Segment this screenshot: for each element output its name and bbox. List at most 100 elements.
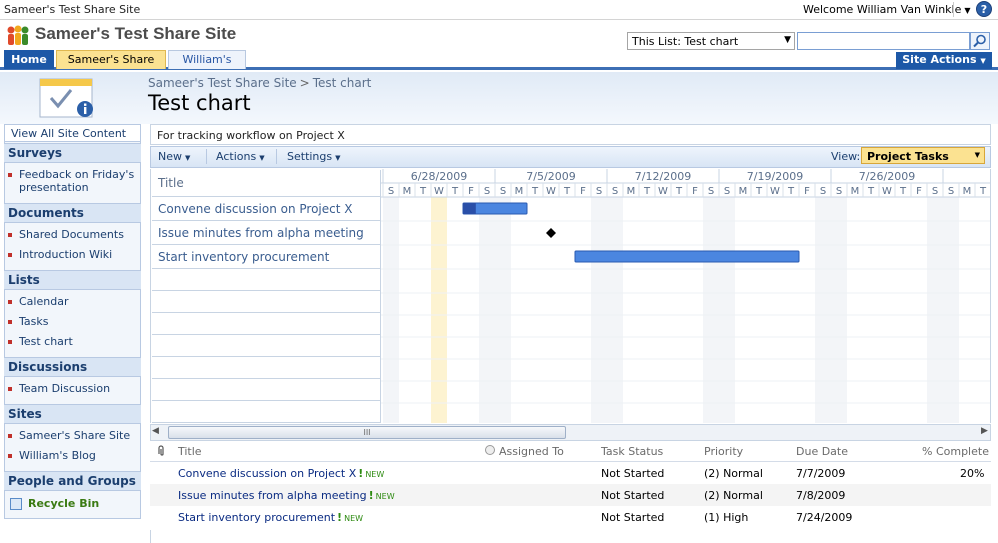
view-select[interactable]: Project Tasks ▼ (861, 147, 985, 164)
nav-heading-people-and-groups[interactable]: People and Groups (4, 471, 141, 491)
weekend-column (479, 197, 495, 423)
new-item-icon: ! (337, 511, 343, 524)
weekend-column (591, 197, 607, 423)
column-header-task-status[interactable]: Task Status (601, 445, 663, 458)
site-actions-menu[interactable]: Site Actions ▼ (896, 52, 992, 69)
site-title[interactable]: Sameer's Test Share Site (35, 24, 236, 44)
nav-item-tasks[interactable]: Tasks (8, 315, 136, 328)
gantt-day-letter: M (739, 186, 748, 197)
site-logo-icon (7, 25, 29, 45)
tab-williams-blog[interactable]: William's Blog (168, 50, 246, 84)
nav-item-williams-blog[interactable]: William's Blog (8, 449, 136, 462)
nav-item-test-chart[interactable]: Test chart (8, 335, 136, 348)
gantt-day-letter: S (500, 186, 506, 197)
row-due-date: 7/7/2009 (796, 467, 846, 480)
nav-item-feedback[interactable]: Feedback on Friday's presentation (8, 168, 136, 194)
settings-label: Settings (287, 150, 333, 163)
tab-sameers-share-site[interactable]: Sameer's Share Site (56, 50, 166, 84)
help-icon[interactable]: ? (976, 1, 992, 17)
weekend-column (815, 197, 831, 423)
nav-heading-lists[interactable]: Lists (4, 270, 141, 290)
gantt-day-letter: W (546, 186, 556, 197)
tab-home[interactable]: Home (4, 50, 54, 69)
scroll-left-icon[interactable]: ◀ (152, 426, 159, 436)
main-bottom-border (150, 530, 991, 543)
settings-menu-button[interactable]: Settings ▼ (287, 150, 341, 163)
gantt-task-title[interactable]: Convene discussion on Project X (152, 197, 381, 221)
column-header-due-date[interactable]: Due Date (796, 445, 848, 458)
gantt-day-letter: S (932, 186, 938, 197)
gantt-task-title[interactable]: Start inventory procurement (152, 245, 381, 269)
actions-menu-button[interactable]: Actions ▼ (216, 150, 265, 163)
scrollbar-thumb[interactable]: III (168, 426, 566, 439)
view-label: View: (831, 150, 861, 163)
nav-item-shared-documents[interactable]: Shared Documents (8, 228, 136, 241)
gantt-empty-row (152, 269, 381, 291)
row-title[interactable]: Issue minutes from alpha meeting! NEW (178, 489, 395, 502)
recycle-bin-link[interactable]: Recycle Bin (8, 497, 99, 510)
gantt-empty-row (152, 357, 381, 379)
view-all-site-content-link[interactable]: View All Site Content (4, 124, 141, 142)
welcome-menu[interactable]: Welcome William Van Winkle ▼ (803, 3, 971, 16)
new-label: New (158, 150, 182, 163)
gantt-task-title[interactable]: Issue minutes from alpha meeting (152, 221, 381, 245)
attachment-icon (158, 445, 164, 456)
breadcrumb-separator: > (299, 76, 310, 90)
row-title[interactable]: Convene discussion on Project X! NEW (178, 467, 384, 480)
column-header-assigned-to[interactable]: Assigned To (499, 445, 564, 458)
scroll-right-icon[interactable]: ▶ (981, 426, 988, 436)
nav-heading-discussions[interactable]: Discussions (4, 357, 141, 377)
new-badge: NEW (375, 492, 395, 501)
gantt-day-letter: T (787, 186, 795, 197)
row-title-link[interactable]: Start inventory procurement (178, 511, 335, 524)
search-icon (973, 34, 986, 48)
column-header-title[interactable]: Title (178, 445, 202, 458)
row-title-link[interactable]: Convene discussion on Project X (178, 467, 356, 480)
row-title-link[interactable]: Issue minutes from alpha meeting (178, 489, 367, 502)
gantt-title-header[interactable]: Title (152, 170, 381, 197)
row-percent-complete: 20% (960, 467, 985, 480)
column-header-priority[interactable]: Priority (704, 445, 743, 458)
search-button[interactable] (970, 32, 990, 50)
row-priority: (2) Normal (704, 489, 763, 502)
gantt-day-letter: S (948, 186, 954, 197)
gantt-day-letter: M (851, 186, 860, 197)
nav-item-team-discussion[interactable]: Team Discussion (8, 382, 136, 395)
search-scope-select[interactable]: This List: Test chart ▼ (627, 32, 795, 50)
gantt-day-letter: W (434, 186, 444, 197)
nav-heading-surveys[interactable]: Surveys (4, 143, 141, 163)
new-menu-button[interactable]: New ▼ (158, 150, 190, 163)
nav-item-sameers-share-site[interactable]: Sameer's Share Site (8, 429, 136, 442)
nav-heading-sites[interactable]: Sites (4, 404, 141, 424)
nav-item-calendar[interactable]: Calendar (8, 295, 136, 308)
weekend-column (703, 197, 719, 423)
gantt-day-letter: T (755, 186, 763, 197)
gantt-day-letter: T (899, 186, 907, 197)
breadcrumb-site-link[interactable]: Sameer's Test Share Site (148, 76, 297, 90)
gantt-day-letter: S (388, 186, 394, 197)
new-item-icon: ! (368, 489, 374, 502)
gantt-week-label: 6/28/2009 (411, 170, 467, 183)
nav-heading-documents[interactable]: Documents (4, 203, 141, 223)
gantt-day-letter: T (867, 186, 875, 197)
search-scope-value: This List: Test chart (632, 35, 739, 48)
top-site-name[interactable]: Sameer's Test Share Site (4, 3, 140, 16)
weekend-column (495, 197, 511, 423)
chevron-down-icon: ▼ (974, 151, 980, 159)
row-title[interactable]: Start inventory procurement! NEW (178, 511, 363, 524)
breadcrumb: Sameer's Test Share Site > Test chart (148, 76, 371, 90)
toolbar-separator (276, 149, 277, 164)
gantt-day-letter: F (804, 186, 810, 197)
search-input[interactable] (797, 32, 970, 50)
nav-item-introduction-wiki[interactable]: Introduction Wiki (8, 248, 136, 261)
column-header-percent-complete[interactable]: % Complete (922, 445, 989, 458)
gantt-week-label: 7/19/2009 (747, 170, 803, 183)
breadcrumb-current[interactable]: Test chart (313, 76, 372, 90)
gantt-day-letter: W (658, 186, 668, 197)
gantt-day-letter: T (419, 186, 427, 197)
chevron-down-icon: ▼ (784, 35, 791, 45)
chevron-down-icon: ▼ (259, 154, 265, 162)
chevron-down-icon: ▼ (980, 57, 986, 65)
list-description: For tracking workflow on Project X (150, 124, 991, 145)
new-item-icon: ! (358, 467, 364, 480)
